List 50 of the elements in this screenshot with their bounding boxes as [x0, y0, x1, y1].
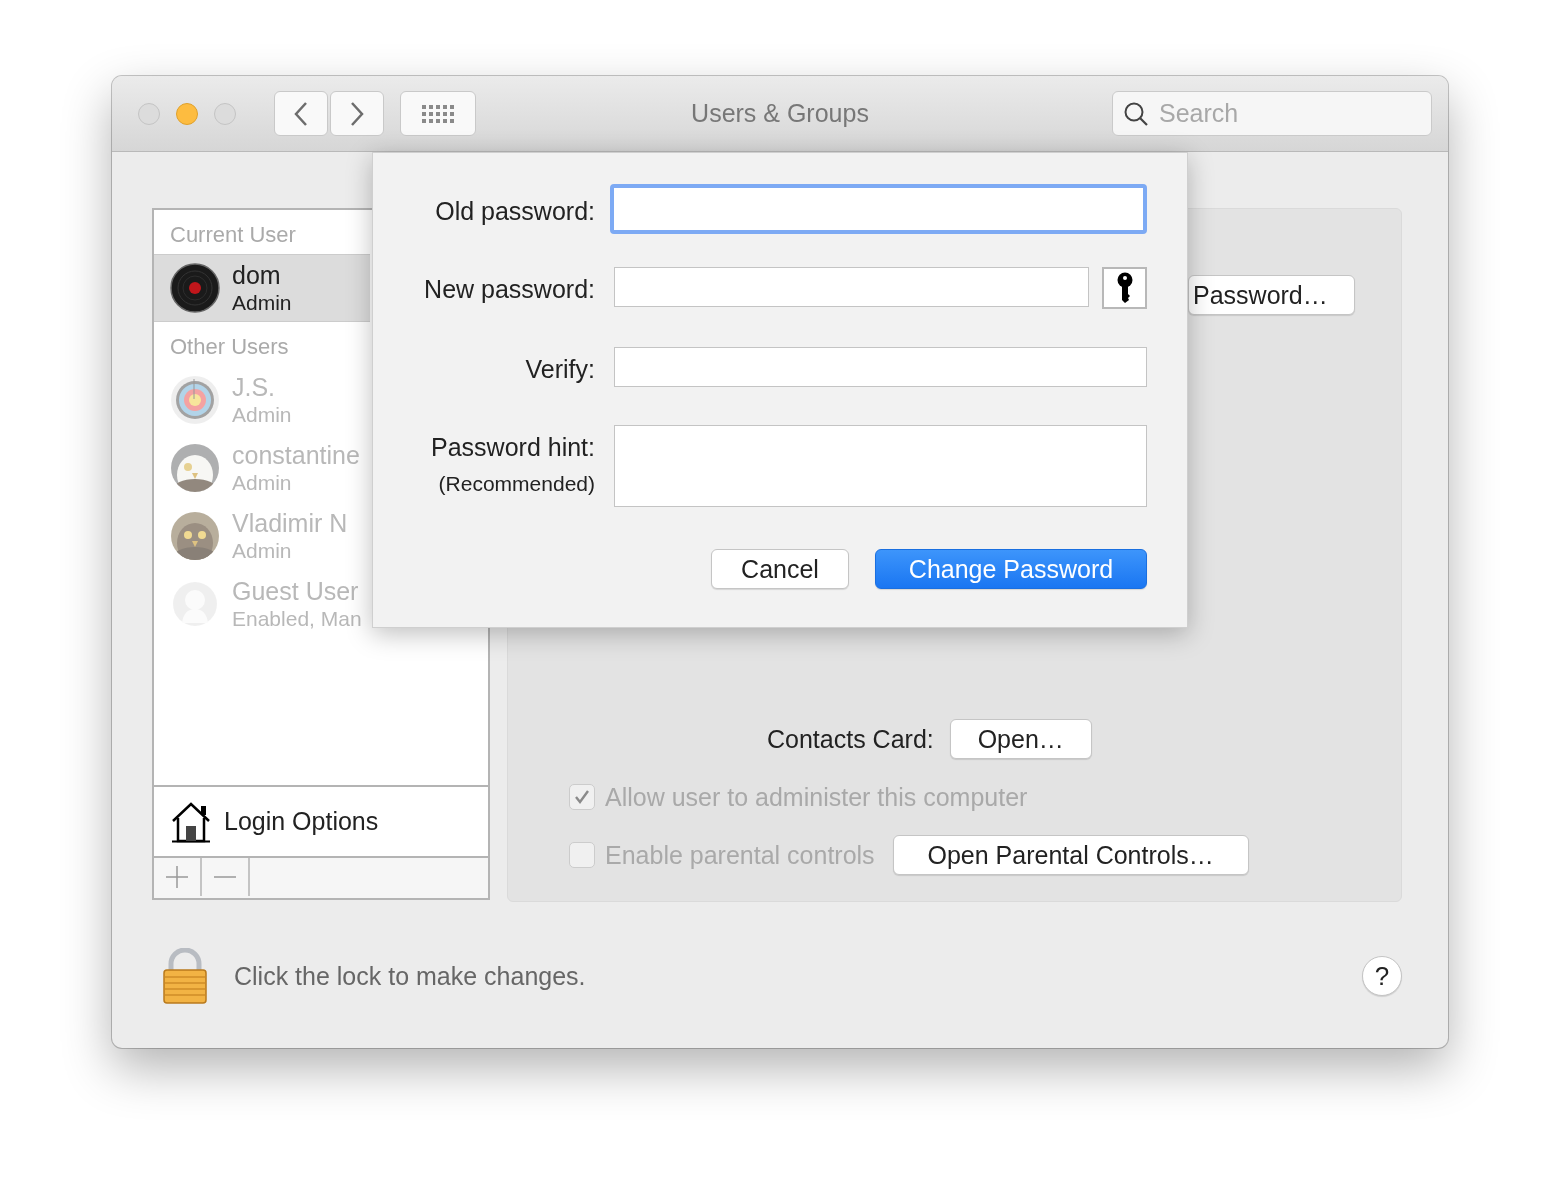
section-heading: Other Users	[169, 334, 290, 361]
back-button[interactable]	[274, 91, 328, 136]
user-name: dom	[232, 260, 282, 291]
field-label: New password:	[424, 275, 595, 304]
window-title: Users & Groups	[691, 99, 869, 128]
lock-message: Click the lock to make changes.	[234, 961, 586, 991]
house-icon	[170, 800, 212, 843]
show-all-button[interactable]	[400, 91, 476, 136]
password-field[interactable]	[610, 184, 1147, 234]
password-field[interactable]	[614, 267, 1089, 307]
user-role: Admin	[232, 538, 293, 564]
minus-icon	[213, 876, 237, 878]
plus-icon	[165, 865, 189, 889]
chevron-right-icon	[348, 100, 366, 127]
password-assistant-button[interactable]	[1102, 267, 1147, 309]
user-name: Guest User	[232, 576, 360, 607]
hint-field[interactable]	[614, 425, 1147, 507]
open-parental-controls-button[interactable]: Open Parental Controls…	[892, 835, 1249, 875]
contacts-card-label: Contacts Card:	[767, 724, 934, 754]
checkbox-label: Allow user to administer this computer	[605, 782, 1028, 812]
password-field[interactable]	[614, 347, 1147, 387]
change-password-button[interactable]: Password…	[1188, 275, 1355, 315]
open-contacts-button[interactable]: Open…	[949, 719, 1092, 759]
target-icon	[170, 375, 220, 425]
user-role: Admin	[232, 290, 292, 316]
user-name: J.S.	[232, 372, 277, 403]
user-role: Admin	[232, 402, 292, 428]
chevron-left-icon	[292, 100, 310, 127]
change-password-confirm-button[interactable]: Change Password	[875, 549, 1147, 589]
lock-icon[interactable]	[162, 948, 208, 1004]
field-sublabel: (Recommended)	[438, 472, 595, 496]
user-role: Enabled, Man	[232, 606, 362, 632]
forward-button[interactable]	[330, 91, 384, 136]
minimize-window-control[interactable]	[176, 102, 198, 125]
field-label: Password hint:	[431, 433, 595, 462]
search-icon	[1123, 101, 1149, 127]
cancel-button[interactable]: Cancel	[711, 549, 849, 589]
user-list-item[interactable]: dom Admin	[154, 254, 370, 322]
help-button[interactable]: ?	[1362, 956, 1402, 996]
user-name: Vladimir N	[232, 508, 348, 539]
checkbox-label: Enable parental controls	[605, 840, 875, 870]
search-field[interactable]: Search	[1112, 91, 1432, 136]
grid-icon	[422, 104, 454, 123]
user-name: constantine	[232, 440, 360, 471]
key-icon	[1115, 272, 1134, 304]
section-heading: Current User	[169, 222, 297, 249]
field-label: Old password:	[435, 197, 595, 226]
user-role: Admin	[232, 470, 293, 496]
field-label: Verify:	[525, 355, 595, 384]
record-icon	[170, 263, 220, 313]
